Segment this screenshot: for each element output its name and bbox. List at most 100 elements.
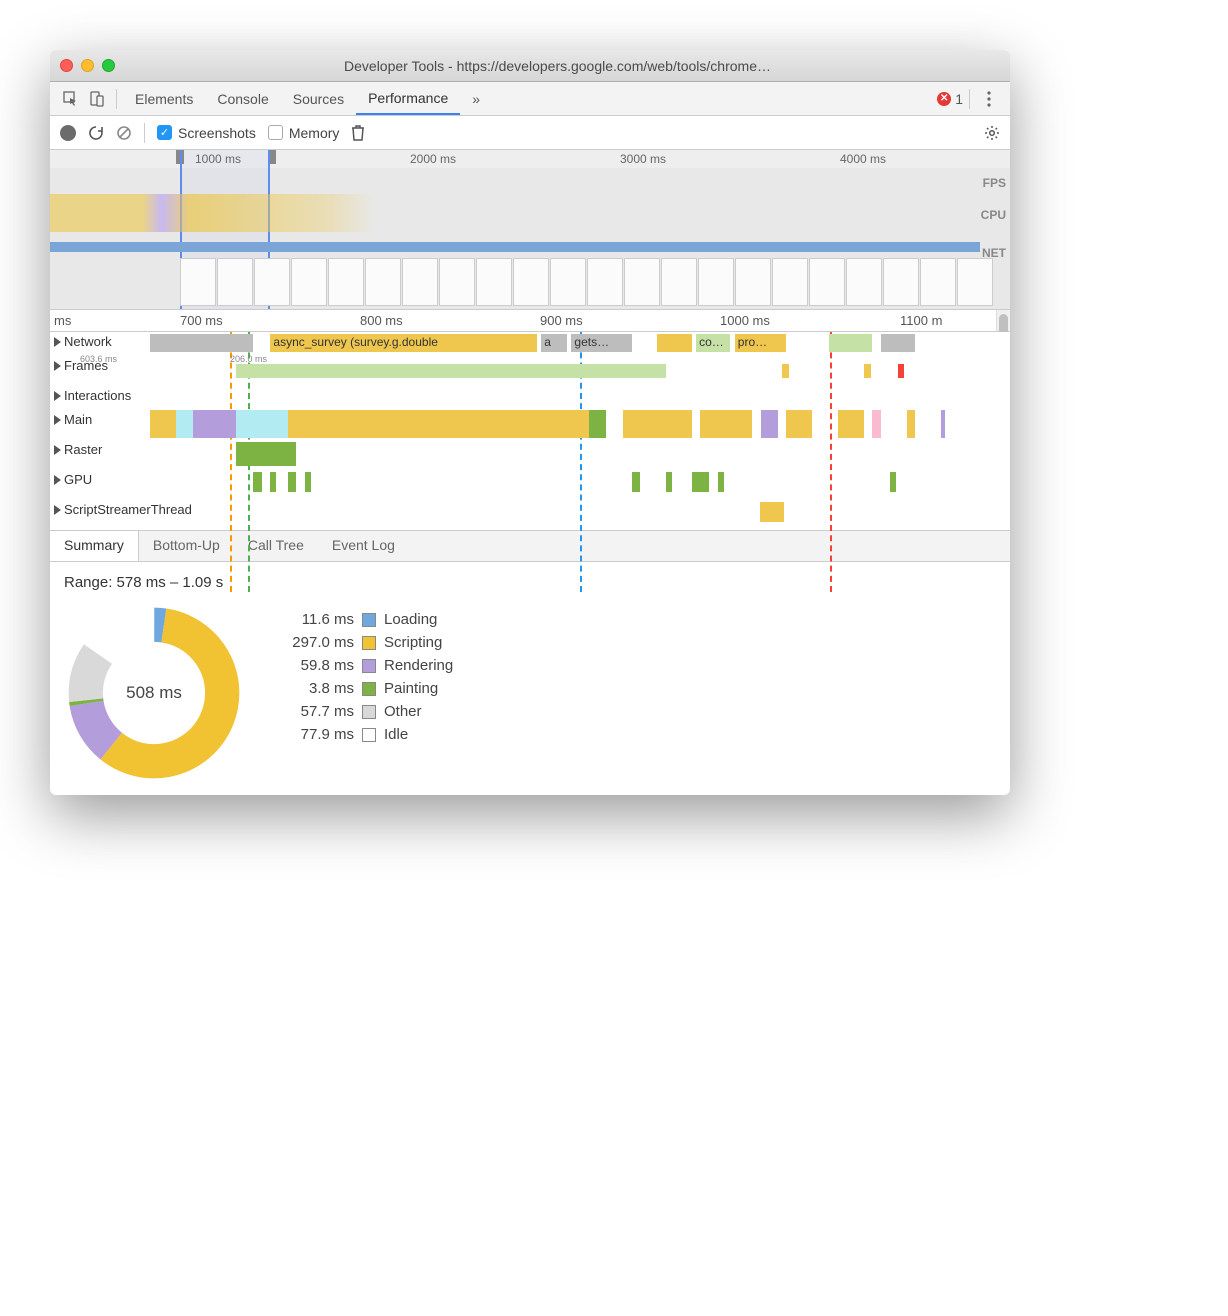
reload-button[interactable]	[88, 125, 104, 141]
record-button[interactable]	[60, 125, 76, 141]
range-label: Range: 578 ms – 1.09 s	[64, 574, 996, 591]
frame-thumb[interactable]	[661, 258, 697, 306]
track-gpu[interactable]: GPU	[50, 470, 1010, 500]
frame-thumb[interactable]	[550, 258, 586, 306]
checkbox-unchecked-icon	[268, 125, 283, 140]
vertical-scrollbar[interactable]	[996, 310, 1010, 331]
frame-thumb[interactable]	[328, 258, 364, 306]
tab-performance[interactable]: Performance	[356, 82, 460, 115]
track-frames[interactable]: Frames 603.6 ms 206.0 ms	[50, 356, 1010, 386]
frame-thumb[interactable]	[698, 258, 734, 306]
summary-tabbar: Summary Bottom-Up Call Tree Event Log	[50, 530, 1010, 562]
devtools-window: Developer Tools - https://developers.goo…	[50, 50, 1010, 795]
cpu-graph	[50, 194, 980, 232]
tab-console[interactable]: Console	[205, 82, 280, 115]
network-bar[interactable]: a	[541, 334, 567, 352]
settings-icon[interactable]	[984, 125, 1000, 141]
tab-sources[interactable]: Sources	[281, 82, 356, 115]
legend: 11.6 msLoading 297.0 msScripting 59.8 msRe…	[274, 603, 453, 783]
legend-swatch	[362, 705, 376, 719]
checkbox-checked-icon: ✓	[157, 125, 172, 140]
legend-row: 77.9 msIdle	[274, 726, 453, 743]
frame-thumb[interactable]	[254, 258, 290, 306]
inspect-icon[interactable]	[58, 86, 84, 112]
frame-thumb[interactable]	[846, 258, 882, 306]
cpu-lane-label: CPU	[981, 208, 1006, 222]
tab-calltree[interactable]: Call Tree	[234, 531, 318, 561]
network-bar[interactable]	[657, 334, 691, 352]
screenshots-checkbox[interactable]: ✓ Screenshots	[157, 125, 256, 141]
overview-timeline[interactable]: 1000 ms 2000 ms 3000 ms 4000 ms FPS CPU …	[50, 150, 1010, 310]
track-scriptstreamer[interactable]: ScriptStreamerThread	[50, 500, 1010, 530]
network-bar[interactable]	[150, 334, 253, 352]
frame-thumb[interactable]	[772, 258, 808, 306]
frame-thumb[interactable]	[513, 258, 549, 306]
clear-button[interactable]	[116, 125, 132, 141]
summary-panel: Range: 578 ms – 1.09 s 508 ms 11.6 msLoa…	[50, 562, 1010, 795]
track-main[interactable]: Main	[50, 410, 1010, 440]
legend-row: 11.6 msLoading	[274, 611, 453, 628]
chevron-right-icon	[54, 337, 61, 347]
frame-thumb[interactable]	[920, 258, 956, 306]
donut-total: 508 ms	[64, 603, 244, 783]
network-bar[interactable]: co…	[696, 334, 730, 352]
net-graph	[50, 242, 980, 252]
tab-elements[interactable]: Elements	[123, 82, 205, 115]
frame-thumb[interactable]	[180, 258, 216, 306]
legend-row: 59.8 msRendering	[274, 657, 453, 674]
frame-thumb[interactable]	[402, 258, 438, 306]
legend-swatch	[362, 636, 376, 650]
frame-thumb[interactable]	[217, 258, 253, 306]
minimize-icon[interactable]	[81, 59, 94, 72]
network-bar[interactable]: async_survey (survey.g.double	[270, 334, 537, 352]
time-donut-chart: 508 ms	[64, 603, 244, 783]
legend-row: 3.8 msPainting	[274, 680, 453, 697]
chevron-right-icon	[54, 445, 61, 455]
legend-swatch	[362, 613, 376, 627]
legend-row: 297.0 msScripting	[274, 634, 453, 651]
filmstrip	[50, 258, 1010, 308]
frame-thumb[interactable]	[476, 258, 512, 306]
frame-thumb[interactable]	[439, 258, 475, 306]
frame-thumb[interactable]	[735, 258, 771, 306]
frame-thumb[interactable]	[587, 258, 623, 306]
chevron-right-icon	[54, 505, 61, 515]
flame-chart[interactable]: Network async_survey (survey.g.doubleage…	[50, 332, 1010, 530]
zoom-icon[interactable]	[102, 59, 115, 72]
kebab-menu-icon[interactable]	[976, 86, 1002, 112]
legend-row: 57.7 msOther	[274, 703, 453, 720]
tab-summary[interactable]: Summary	[50, 531, 139, 561]
network-bar[interactable]	[881, 334, 915, 352]
error-count[interactable]: ✕ 1	[937, 91, 963, 107]
legend-swatch	[362, 659, 376, 673]
error-icon: ✕	[937, 92, 951, 106]
frame-thumb[interactable]	[957, 258, 993, 306]
chevron-right-icon	[54, 475, 61, 485]
chevron-right-icon	[54, 361, 61, 371]
track-network[interactable]: Network async_survey (survey.g.doubleage…	[50, 332, 1010, 356]
detail-ruler[interactable]: ms 700 ms 800 ms 900 ms 1000 ms 1100 m	[50, 310, 1010, 332]
tab-bottomup[interactable]: Bottom-Up	[139, 531, 234, 561]
frame-thumb[interactable]	[365, 258, 401, 306]
device-toggle-icon[interactable]	[84, 86, 110, 112]
close-icon[interactable]	[60, 59, 73, 72]
frame-thumb[interactable]	[809, 258, 845, 306]
frame-thumb[interactable]	[291, 258, 327, 306]
fps-lane-label: FPS	[983, 176, 1006, 190]
tabs-more-icon[interactable]: »	[460, 82, 492, 115]
track-interactions[interactable]: Interactions	[50, 386, 1010, 410]
network-bar[interactable]	[829, 334, 872, 352]
devtools-tabbar: Elements Console Sources Performance » ✕…	[50, 82, 1010, 116]
frame-thumb[interactable]	[624, 258, 660, 306]
network-bar[interactable]: gets…	[571, 334, 631, 352]
frame-thumb[interactable]	[883, 258, 919, 306]
network-bar[interactable]: pro…	[735, 334, 787, 352]
tab-eventlog[interactable]: Event Log	[318, 531, 409, 561]
traffic-lights	[60, 59, 115, 72]
window-title: Developer Tools - https://developers.goo…	[115, 58, 1000, 74]
chevron-right-icon	[54, 391, 61, 401]
legend-swatch	[362, 728, 376, 742]
track-raster[interactable]: Raster	[50, 440, 1010, 470]
memory-checkbox[interactable]: Memory	[268, 125, 340, 141]
trash-button[interactable]	[351, 125, 365, 141]
